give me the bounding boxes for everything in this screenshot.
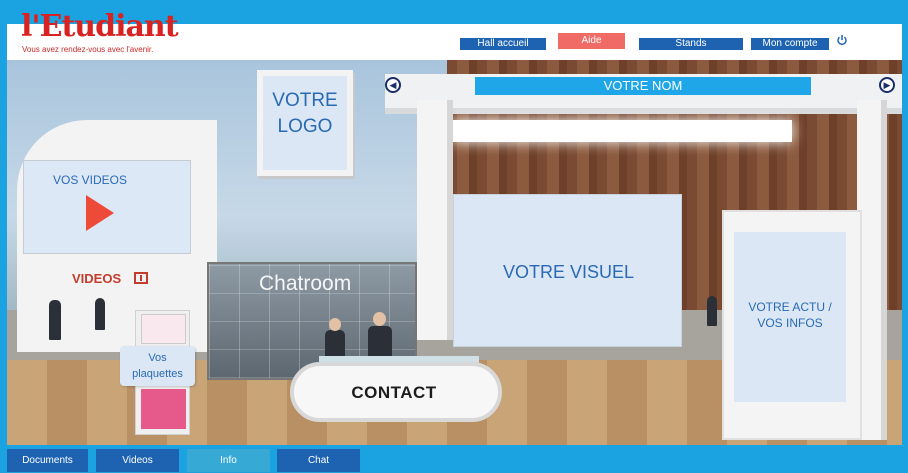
visual-label: VOTRE VISUEL (502, 262, 635, 282)
chatroom-label: Chatroom (259, 272, 352, 295)
host-head (329, 318, 341, 331)
actu-panel: VOTRE ACTU / VOS INFOS (722, 210, 862, 440)
brochure-display (141, 314, 186, 344)
brand-logo[interactable]: l'Etudiant Vous avez rendez-vous avec l'… (21, 10, 179, 58)
plaquettes-card[interactable]: Vos plaquettes (120, 346, 195, 386)
film-icon (134, 272, 148, 284)
arrow-left-icon[interactable]: ◀ (385, 77, 401, 93)
stand-name-banner: VOTRE NOM (475, 77, 811, 95)
stands-button[interactable]: Stands (639, 38, 743, 50)
stand-logo-box[interactable]: VOTRE LOGO (257, 70, 353, 176)
visitor-person (49, 300, 61, 340)
visual-screen[interactable]: VOTRE VISUEL (453, 194, 682, 347)
power-icon[interactable] (836, 34, 848, 46)
logo-line-2: LOGO (277, 116, 333, 137)
contact-button[interactable]: CONTACT (324, 376, 464, 410)
host-head (373, 312, 386, 326)
aide-button[interactable]: Aide (558, 33, 625, 49)
brand-tagline: Vous avez rendez-vous avec l'avenir. (22, 45, 154, 54)
videos-label[interactable]: VIDEOS (72, 271, 121, 286)
visitor-person (707, 296, 717, 326)
video-screen-title: VOS VIDEOS (52, 173, 128, 187)
play-icon[interactable] (86, 195, 114, 231)
virtual-stand-scene: VOTRE LOGO ◀ VOTRE NOM ▶ VOS VIDEOS VIDE… (7, 60, 902, 445)
actu-label: VOTRE ACTU / VOS INFOS (734, 299, 846, 331)
tab-info[interactable]: Info (187, 449, 270, 472)
stand-pillar (417, 100, 453, 340)
video-screen[interactable]: VOS VIDEOS (23, 160, 191, 254)
brochure-display (141, 389, 186, 429)
tab-chat[interactable]: Chat (277, 449, 360, 472)
brand-name: l'Etudiant (21, 9, 179, 44)
tab-documents[interactable]: Documents (7, 449, 88, 472)
tab-videos[interactable]: Videos (96, 449, 179, 472)
visitor-person (95, 298, 105, 330)
plaquettes-line-1: Vos (148, 352, 167, 364)
bottom-tab-bar: Documents Videos Info Chat (7, 446, 902, 473)
hall-accueil-button[interactable]: Hall accueil (460, 38, 546, 50)
actu-line-1: VOTRE ACTU / (748, 300, 832, 314)
actu-screen[interactable]: VOTRE ACTU / VOS INFOS (734, 232, 846, 402)
mon-compte-button[interactable]: Mon compte (751, 38, 829, 50)
contact-counter: CONTACT (290, 362, 502, 422)
actu-line-2: VOS INFOS (757, 316, 823, 330)
plaquettes-line-2: plaquettes (132, 368, 183, 380)
header-bar: l'Etudiant Vous avez rendez-vous avec l'… (7, 10, 902, 60)
logo-line-1: VOTRE (272, 90, 338, 111)
arrow-right-icon[interactable]: ▶ (879, 77, 895, 93)
ceiling-light (452, 120, 792, 142)
